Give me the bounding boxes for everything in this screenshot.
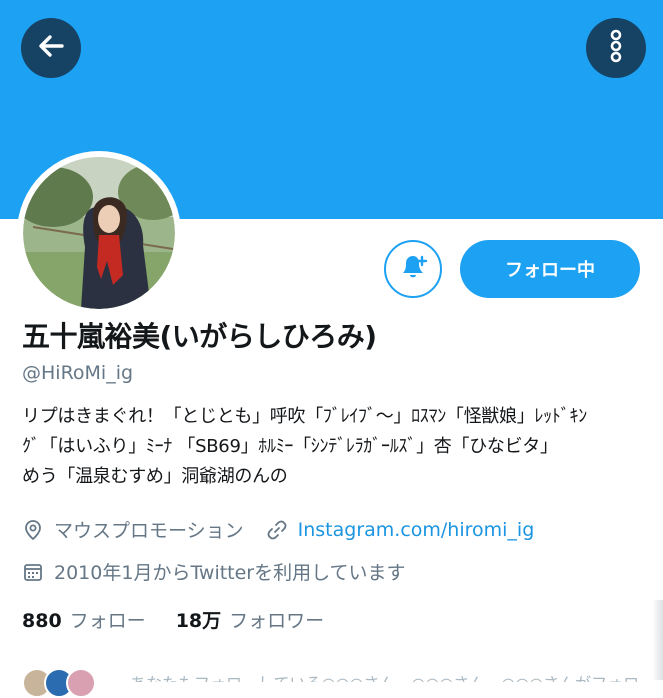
- display-name: 五十嵐裕美(いがらしひろみ): [22, 320, 377, 353]
- more-vertical-icon: [606, 28, 626, 68]
- mutual-followers-text[interactable]: あなたもフォローしている○○○さん、○○○さん、○○○さんがフォロー中: [130, 670, 640, 682]
- avatar-photo: [23, 157, 175, 309]
- avatar: [66, 668, 96, 698]
- bell-plus-icon: [398, 252, 428, 286]
- website-url[interactable]: Instagram.com/hiromi_ig: [298, 519, 535, 541]
- location-pin-icon: [22, 519, 44, 541]
- website-link[interactable]: Instagram.com/hiromi_ig: [266, 519, 535, 541]
- profile-meta-row: マウスプロモーション Instagram.com/hiromi_ig: [22, 516, 534, 543]
- profile-avatar[interactable]: [17, 151, 181, 315]
- following-label: フォロー: [69, 610, 146, 632]
- mutual-followers-avatars[interactable]: [22, 668, 96, 698]
- more-options-button[interactable]: [586, 18, 646, 78]
- calendar-icon: [22, 561, 44, 583]
- followers-stat[interactable]: 18万 フォロワー: [176, 606, 324, 633]
- location-text: マウスプロモーション: [54, 520, 244, 542]
- bio-line: ｸﾞ「はいふり」ﾐｰﾅ 「SB69」ﾎﾙﾐｰ「ｼﾝﾃﾞﾚﾗｶﾞｰﾙｽﾞ」杏「ひな…: [22, 436, 558, 457]
- follow-stats: 880 フォロー 18万 フォロワー: [22, 606, 324, 633]
- bio-line: リプはきまぐれ！「とじとも」呼吹「ﾌﾞﾚｲﾌﾞ～」ﾛｽﾏﾝ「怪獣娘」ﾚｯﾄﾞｷﾝ: [22, 406, 587, 427]
- following-button-label: フォロー中: [505, 260, 595, 281]
- back-button[interactable]: [21, 18, 81, 78]
- join-date-text: 2010年1月からTwitterを利用しています: [54, 562, 406, 584]
- followers-label: フォロワー: [229, 610, 325, 632]
- edge-shadow: [652, 600, 663, 680]
- following-button[interactable]: フォロー中: [460, 240, 640, 298]
- following-count: 880: [22, 610, 62, 632]
- arrow-left-icon: [36, 31, 66, 65]
- followers-count: 18万: [175, 610, 222, 632]
- bio-line: めう「温泉むすめ」洞爺湖のんの: [22, 466, 288, 487]
- profile-bio: リプはきまぐれ！「とじとも」呼吹「ﾌﾞﾚｲﾌﾞ～」ﾛｽﾏﾝ「怪獣娘」ﾚｯﾄﾞｷﾝ…: [22, 402, 652, 492]
- link-icon: [266, 519, 288, 541]
- following-stat[interactable]: 880 フォロー: [22, 606, 146, 633]
- join-date-row: 2010年1月からTwitterを利用しています: [22, 558, 406, 585]
- user-handle: @HiRoMi_ig: [22, 362, 134, 384]
- notifications-button[interactable]: [384, 240, 442, 298]
